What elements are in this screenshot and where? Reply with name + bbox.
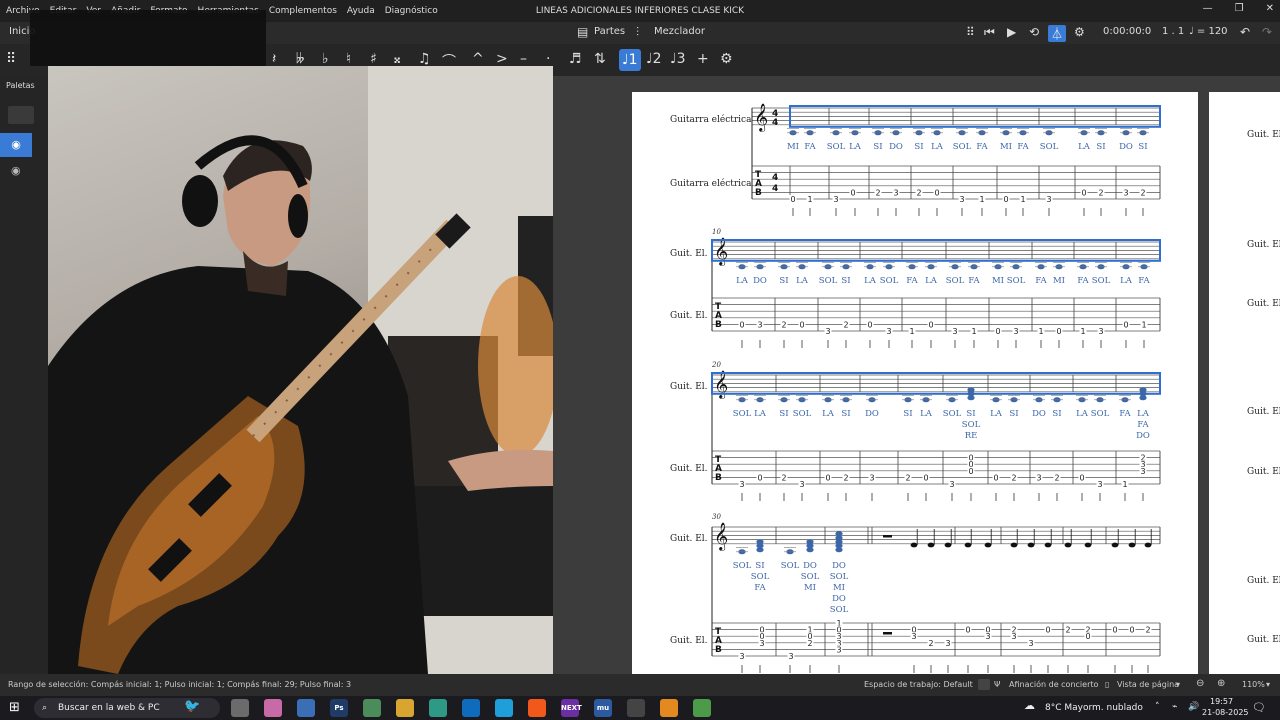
selection-status: Rango de selección: Compás inicial: 1; P… — [8, 680, 352, 689]
zoom-out-icon[interactable]: ⊖ — [1196, 678, 1204, 689]
metronome-icon[interactable]: ⏃ — [1048, 25, 1067, 42]
webcam-overlay — [48, 66, 553, 674]
flat-icon[interactable]: ♭ — [322, 51, 329, 67]
windows-taskbar: ⊞ ⌕ Buscar en la web & PC 🐦 Ps NEXT mu ☁ 8… — [0, 696, 1280, 720]
score-page — [632, 92, 1198, 674]
palette-title: Paletas — [6, 81, 35, 90]
parts-icon: ▤ — [577, 25, 589, 39]
drag-handle-icon[interactable]: ⠿ — [966, 25, 975, 39]
taskbar-app-icon[interactable]: NEXT — [561, 699, 582, 717]
double-flat-icon[interactable]: 𝄫 — [296, 51, 304, 67]
network-icon[interactable]: ⌁ — [1172, 702, 1177, 712]
minimize-icon[interactable]: — — [1203, 3, 1213, 14]
clock-date[interactable]: 21-08-2025 — [1202, 708, 1249, 717]
webcam-person-illustration — [48, 66, 553, 674]
bird-illustration-icon: 🐦 — [184, 699, 201, 714]
voice-2-label: 2 — [652, 51, 662, 67]
parts-button[interactable]: Partes — [594, 26, 625, 37]
taskbar-app-icon[interactable] — [231, 699, 249, 717]
natural-icon[interactable]: ♮ — [346, 51, 351, 67]
voice-3-button[interactable]: ♩3 — [670, 51, 686, 67]
taskbar-search-placeholder: Buscar en la web & PC — [58, 703, 160, 713]
status-bar: Rango de selección: Compás inicial: 1; P… — [0, 674, 1280, 696]
palette-panel: Paletas ◉ ◉ — [0, 76, 48, 674]
taskbar-app-icon[interactable] — [660, 699, 678, 717]
voice-1-button[interactable]: ♩1 — [619, 49, 641, 71]
mixer-button[interactable]: Mezclador — [654, 26, 705, 37]
eye-icon[interactable]: ◉ — [11, 164, 21, 177]
tray-chevron-icon[interactable]: ˄ — [1155, 702, 1160, 712]
accent-icon[interactable]: > — [496, 51, 508, 67]
clock-time[interactable]: 19:57 — [1210, 697, 1233, 706]
zoom-level[interactable]: 110% — [1242, 680, 1265, 689]
taskbar-app-icon[interactable] — [396, 699, 414, 717]
notifications-icon[interactable]: 🗨 — [1252, 701, 1266, 714]
marcato-icon[interactable]: ^ — [472, 51, 484, 67]
tuplet-icon[interactable]: ♬ — [569, 51, 582, 67]
drag-handle-icon[interactable]: ⠿ — [6, 51, 16, 67]
palette-search-box[interactable] — [8, 106, 34, 124]
close-icon[interactable]: ✕ — [1266, 3, 1274, 14]
menu-ayuda[interactable]: Ayuda — [347, 6, 375, 16]
mixer-icon: ⫶ — [636, 25, 640, 39]
taskbar-app-icon[interactable] — [693, 699, 711, 717]
undo-icon[interactable]: ↶ — [1240, 25, 1250, 39]
sharp-icon[interactable]: ♯ — [370, 51, 377, 67]
concert-pitch-label[interactable]: Afinación de concierto — [1009, 680, 1098, 689]
tenuto-icon[interactable]: – — [520, 51, 527, 67]
workspace-selector[interactable]: Espacio de trabajo: Default — [864, 680, 973, 689]
taskbar-app-icon[interactable] — [264, 699, 282, 717]
window-controls: — ❐ ✕ — [1203, 3, 1274, 14]
redo-icon[interactable]: ↷ — [1262, 25, 1272, 39]
flip-icon[interactable]: ⇅ — [594, 51, 606, 67]
view-mode-selector[interactable]: Vista de página — [1117, 680, 1179, 689]
taskbar-app-icon[interactable] — [363, 699, 381, 717]
taskbar-app-icon[interactable] — [462, 699, 480, 717]
volume-icon[interactable]: 🔊 — [1188, 702, 1199, 712]
voice-2-button[interactable]: ♩2 — [646, 51, 662, 67]
menu-diagnostico[interactable]: Diagnóstico — [385, 6, 438, 16]
staccato-icon[interactable]: · — [546, 51, 550, 67]
weather-icon: ☁ — [1024, 699, 1035, 712]
playback-settings-icon[interactable]: ⚙ — [1074, 25, 1085, 39]
playback-position: 1 . 1 — [1162, 26, 1185, 37]
eye-icon[interactable]: ◉ — [0, 133, 32, 157]
musescore-app: Archivo Editar Ver Añadir Formato Herram… — [0, 0, 1280, 720]
concert-pitch-checkbox[interactable] — [978, 679, 990, 690]
rest-icon[interactable]: 𝄽 — [272, 51, 276, 67]
score-page-next — [1209, 92, 1280, 674]
taskbar-app-icon[interactable] — [429, 699, 447, 717]
playback-time: 0:00:00:0 — [1103, 26, 1152, 37]
weather-text[interactable]: 8°C Mayorm. nublado — [1045, 703, 1143, 713]
windows-start-icon[interactable]: ⊞ — [9, 700, 20, 715]
taskbar-app-icon[interactable] — [528, 699, 546, 717]
taskbar-app-icon[interactable] — [297, 699, 315, 717]
chevron-down-icon[interactable]: ▾ — [1176, 680, 1180, 689]
taskbar-app-icon[interactable] — [495, 699, 513, 717]
add-icon[interactable]: + — [697, 51, 709, 67]
search-icon: ⌕ — [42, 703, 48, 713]
taskbar-app-icon[interactable]: mu — [594, 699, 612, 717]
tie-icon[interactable]: ♫ — [418, 51, 431, 67]
taskbar-app-icon[interactable] — [627, 699, 645, 717]
play-icon[interactable]: ▶ — [1007, 25, 1016, 39]
chevron-down-icon[interactable]: ▾ — [1266, 680, 1270, 689]
voice-3-label: 3 — [676, 51, 686, 67]
tempo-display: ♩ = 120 — [1189, 26, 1228, 37]
page-view-icon: ▯ — [1105, 680, 1110, 689]
loop-icon[interactable]: ⟲ — [1029, 25, 1039, 39]
menu-complementos[interactable]: Complementos — [269, 6, 337, 16]
restore-icon[interactable]: ❐ — [1235, 3, 1244, 14]
rewind-icon[interactable]: ⏮ — [984, 25, 995, 40]
taskbar-app-icon[interactable]: Ps — [330, 699, 348, 717]
double-sharp-icon[interactable]: 𝄪 — [394, 51, 400, 67]
tuning-fork-icon: Ψ — [994, 680, 1001, 689]
customize-toolbar-icon[interactable]: ⚙ — [720, 51, 733, 67]
voice-1-label: 1 — [628, 52, 638, 68]
score-canvas[interactable] — [553, 76, 1280, 674]
webcam-top-strip — [30, 10, 266, 66]
taskbar-search[interactable]: ⌕ Buscar en la web & PC 🐦 — [34, 698, 220, 718]
zoom-in-icon[interactable]: ⊕ — [1217, 678, 1225, 689]
